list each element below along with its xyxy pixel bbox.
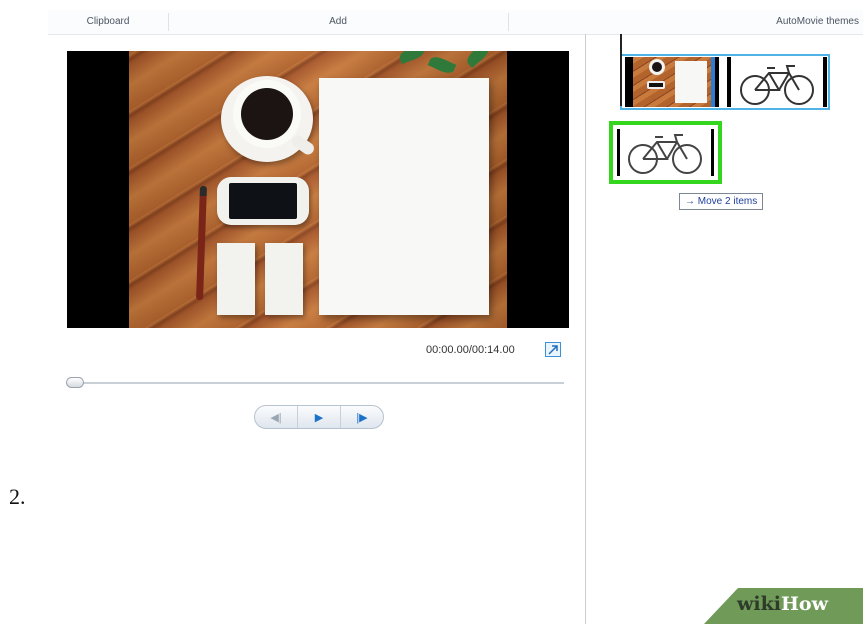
previous-frame-button[interactable]: ◀|: [255, 406, 298, 428]
ribbon-group-add: Add: [329, 16, 347, 27]
expand-icon[interactable]: [545, 342, 561, 357]
smartphone-screen: [229, 183, 297, 219]
playback-controls: ◀| ▶ |▶: [254, 405, 384, 429]
blank-paper: [319, 78, 489, 315]
business-card: [217, 243, 255, 315]
pane-divider[interactable]: [585, 34, 586, 624]
insertion-marker: [620, 34, 622, 106]
video-preview-monitor[interactable]: [67, 51, 569, 328]
storyboard-clip-photo[interactable]: [625, 57, 719, 107]
bicycle-icon: [740, 65, 814, 105]
play-button[interactable]: ▶: [298, 406, 341, 428]
ribbon-group-automovie-themes: AutoMovie themes: [776, 16, 859, 27]
wikihow-logo: wikiHow: [737, 593, 828, 615]
seek-bar-track[interactable]: [66, 382, 564, 384]
time-display: 00:00.00/00:14.00: [426, 344, 515, 356]
ribbon-group-labels: Clipboard Add AutoMovie themes: [48, 10, 863, 35]
coffee: [241, 88, 293, 140]
wikihow-logo-part2: How: [780, 593, 828, 615]
business-card: [265, 243, 303, 315]
storyboard-clip-bicycle[interactable]: [727, 57, 827, 107]
ribbon-separator: [508, 13, 509, 31]
ribbon-group-clipboard: Clipboard: [86, 16, 130, 27]
seek-bar-thumb[interactable]: [66, 377, 84, 388]
wikihow-logo-part1: wiki: [737, 593, 781, 615]
preview-frame-image: [129, 51, 507, 328]
dragged-clip-bicycle[interactable]: [609, 121, 722, 184]
drag-tooltip: → Move 2 items: [679, 193, 764, 210]
step-number: 2.: [9, 484, 26, 509]
next-frame-button[interactable]: |▶: [341, 406, 383, 428]
bicycle-icon: [628, 134, 702, 174]
clip-duration-bar: [711, 57, 715, 107]
